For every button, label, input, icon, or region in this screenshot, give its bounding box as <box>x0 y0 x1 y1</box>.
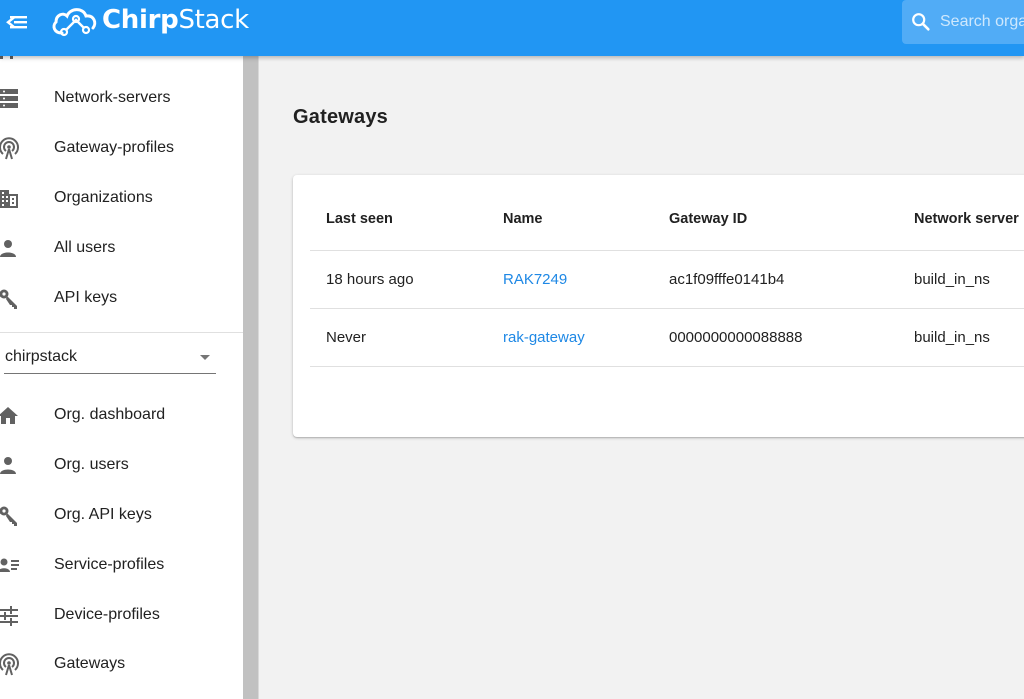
search-icon <box>912 13 930 31</box>
search-box[interactable] <box>902 0 1024 44</box>
sidebar-divider <box>0 332 243 333</box>
column-header-gateway-id: Gateway ID <box>669 211 748 227</box>
main-content: Gateways Last seen Name Gateway ID Netwo… <box>259 56 1024 699</box>
sidebar-item-label: All users <box>54 239 116 256</box>
account-details-icon <box>0 558 19 572</box>
sidebar-item-gateway-profiles[interactable]: Gateway-profiles <box>0 125 243 173</box>
column-header-last-seen: Last seen <box>326 211 393 227</box>
table-row: Never rak-gateway 0000000000088888 build… <box>310 309 1024 367</box>
cell-network-server: build_in_ns <box>914 271 990 288</box>
gateways-table: Last seen Name Gateway ID Network server… <box>310 175 1024 367</box>
sidebar-item-label: Org. dashboard <box>54 406 166 423</box>
chirpstack-logo-icon <box>52 8 97 37</box>
user-icon <box>0 457 16 474</box>
gateway-icon <box>0 137 19 160</box>
sidebar-item-service-profiles[interactable]: Service-profiles <box>0 542 243 590</box>
cell-last-seen: Never <box>326 329 367 346</box>
sidebar-item-all-users[interactable]: All users <box>0 225 243 273</box>
cell-gateway-id: ac1f09fffe0141b4 <box>669 271 785 288</box>
search-input[interactable] <box>940 8 1024 36</box>
sidebar-item-organizations[interactable]: Organizations <box>0 175 243 223</box>
app-bar: ChirpStack <box>0 0 1024 56</box>
chevron-down-icon <box>200 355 210 360</box>
sidebar-item-label: Gateways <box>54 655 126 672</box>
partial-icon <box>0 56 13 59</box>
sidebar-item-label: Device-profiles <box>54 606 160 623</box>
menu-open-icon <box>6 16 27 29</box>
sidebar-item-org-users[interactable]: Org. users <box>0 442 243 490</box>
key-icon <box>0 506 17 526</box>
cell-last-seen: 18 hours ago <box>326 271 414 288</box>
brand-name-bold: Chirp <box>102 5 179 35</box>
table-header-row: Last seen Name Gateway ID Network server <box>310 175 1024 251</box>
user-icon <box>0 240 16 257</box>
column-header-name: Name <box>503 211 543 227</box>
organization-select-value: chirpstack <box>5 348 78 365</box>
page-title: Gateways <box>293 106 388 128</box>
sidebar-item-label: Org. users <box>54 456 129 473</box>
gateways-table-card: Last seen Name Gateway ID Network server… <box>293 175 1024 437</box>
organization-select[interactable]: chirpstack <box>4 343 216 374</box>
menu-toggle-button[interactable] <box>3 8 31 36</box>
server-icon <box>0 89 18 108</box>
sidebar: Network-servers Gateway-profiles Organiz… <box>0 56 243 699</box>
sidebar-item-label: Organizations <box>54 189 153 206</box>
sidebar-item-device-profiles[interactable]: Device-profiles <box>0 592 243 640</box>
key-icon <box>0 289 17 309</box>
sidebar-item-api-keys[interactable]: API keys <box>0 275 243 323</box>
brand-name-light: Stack <box>178 5 249 35</box>
sidebar-item-gateways[interactable]: Gateways <box>0 641 243 689</box>
home-icon <box>0 407 18 424</box>
gateway-name-link[interactable]: RAK7249 <box>503 251 567 309</box>
sidebar-item-label: Network-servers <box>54 89 171 106</box>
sidebar-item-label: Gateway-profiles <box>54 139 175 156</box>
table-row: 18 hours ago RAK7249 ac1f09fffe0141b4 bu… <box>310 251 1024 309</box>
cell-network-server: build_in_ns <box>914 329 990 346</box>
cell-gateway-id: 0000000000088888 <box>669 329 803 346</box>
sidebar-item-label: API keys <box>54 289 118 306</box>
sidebar-scrollbar[interactable] <box>243 56 259 699</box>
sidebar-item-org-dashboard[interactable]: Org. dashboard <box>0 392 243 440</box>
sidebar-item-org-api-keys[interactable]: Org. API keys <box>0 492 243 540</box>
column-header-network-server: Network server <box>914 211 1019 227</box>
tune-icon <box>0 606 18 626</box>
sidebar-item-label: Service-profiles <box>54 556 165 573</box>
sidebar-item-label: Org. API keys <box>54 506 152 523</box>
domain-icon <box>0 190 18 208</box>
gateway-name-link[interactable]: rak-gateway <box>503 309 585 367</box>
sidebar-item-network-servers[interactable]: Network-servers <box>0 75 243 123</box>
gateway-icon <box>0 653 19 676</box>
brand-name: ChirpStack <box>102 5 249 35</box>
